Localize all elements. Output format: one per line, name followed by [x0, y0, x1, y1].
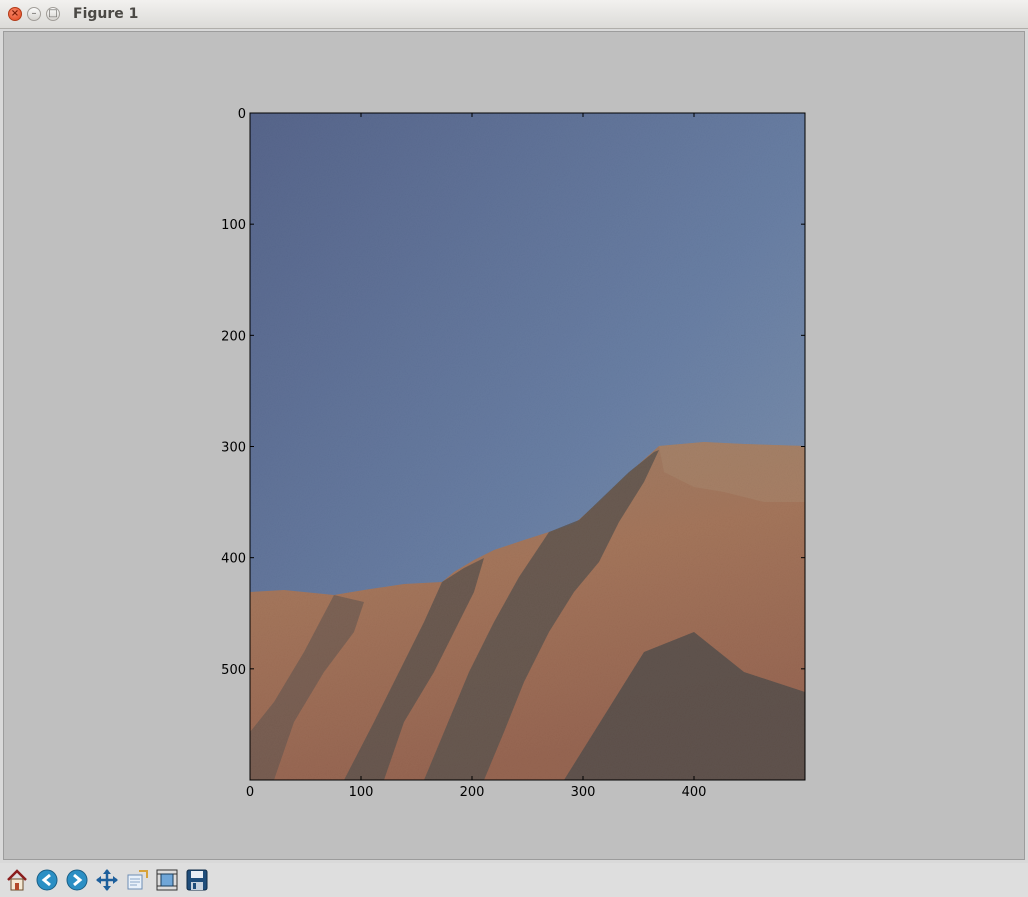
zoom-rect-icon	[127, 870, 148, 890]
window-close-button[interactable]: ×	[8, 7, 22, 21]
x-tick-label: 300	[571, 785, 596, 800]
forward-button[interactable]	[63, 866, 91, 894]
image-content	[250, 113, 805, 780]
pan-button[interactable]	[93, 866, 121, 894]
y-tick-label: 0	[238, 107, 246, 122]
y-tick-label: 200	[221, 329, 246, 344]
x-tick-label: 200	[460, 785, 485, 800]
arrow-left-icon	[36, 869, 58, 891]
x-tick-label: 0	[246, 785, 254, 800]
x-tick-label: 100	[349, 785, 374, 800]
floppy-disk-icon	[186, 869, 208, 891]
window-minimize-button[interactable]: –	[27, 7, 41, 21]
y-tick-label: 100	[221, 218, 246, 233]
figure-canvas[interactable]: 0 100 200 300 400 0 100 200 300 400 500	[3, 31, 1025, 860]
x-tick-label: 400	[682, 785, 707, 800]
home-button[interactable]	[3, 866, 31, 894]
home-icon	[7, 869, 27, 891]
zoom-button[interactable]	[123, 866, 151, 894]
window-maximize-button[interactable]: □	[46, 7, 60, 21]
subplots-icon	[156, 869, 178, 891]
y-tick-label: 300	[221, 441, 246, 456]
move-arrows-icon	[96, 869, 118, 891]
window-titlebar: × – □ Figure 1	[0, 0, 1028, 29]
window-title: Figure 1	[73, 6, 139, 22]
y-tick-label: 500	[221, 663, 246, 678]
figure-svg: 0 100 200 300 400 0 100 200 300 400 500	[221, 107, 806, 800]
arrow-right-icon	[66, 869, 88, 891]
y-tick-label: 400	[221, 552, 246, 567]
back-button[interactable]	[33, 866, 61, 894]
save-button[interactable]	[183, 866, 211, 894]
navigation-toolbar	[0, 863, 1028, 897]
configure-subplots-button[interactable]	[153, 866, 181, 894]
